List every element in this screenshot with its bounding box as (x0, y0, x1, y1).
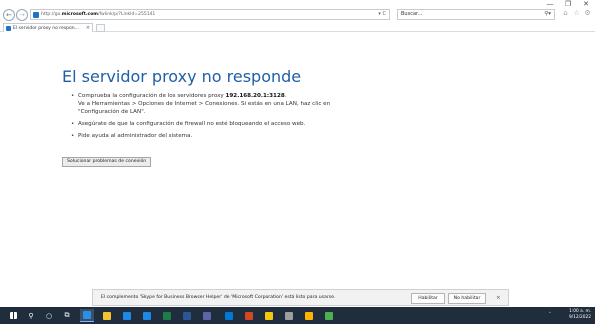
tab-title: El servidor proxy no respon... (13, 25, 79, 31)
address-bar[interactable]: http://go.microsoft.com/fwlink/p/?LinkId… (30, 9, 390, 20)
gear-icon[interactable]: ⚙ (583, 8, 592, 19)
taskbar-clock[interactable]: 1:00 a. m. 9/12/2022 (555, 309, 591, 321)
taskbar: ⚲ ○ ⧉ ˄ 1:00 a. m. 9/12/2022 (0, 307, 595, 324)
navigation-bar: ← → http://go.microsoft.com/fwlink/p/?Li… (0, 8, 595, 22)
search-icon[interactable]: ⚲▾ (544, 10, 551, 19)
close-icon[interactable]: × (496, 294, 501, 302)
start-icon[interactable] (6, 309, 20, 322)
toolbar-icons: ⌂ ☆ ⚙ ☻ (561, 8, 595, 19)
arrow-left-icon: ← (6, 11, 12, 19)
file-explorer-icon[interactable] (100, 309, 114, 322)
back-button[interactable]: ← (3, 9, 15, 21)
list-item: Comprueba la configuración de los servid… (71, 92, 378, 116)
proxy-address: 192.168.20.1:3128 (225, 93, 285, 99)
arrow-right-icon: → (19, 11, 25, 19)
outlook-icon[interactable] (222, 309, 236, 322)
edge-icon[interactable] (140, 309, 154, 322)
store-icon[interactable] (120, 309, 134, 322)
word-icon[interactable] (180, 309, 194, 322)
list-item: Pide ayuda al administrador del sistema. (71, 132, 378, 140)
page-title: El servidor proxy no responde (62, 67, 302, 86)
powerpoint-icon[interactable] (242, 309, 256, 322)
notification-message: El complemento 'Skype for Business Brows… (101, 295, 336, 300)
home-icon[interactable]: ⌂ (561, 8, 570, 19)
excel-icon[interactable] (160, 309, 174, 322)
address-url[interactable]: http://go.microsoft.com/fwlink/p/?LinkId… (41, 12, 155, 17)
list-item-detail: Ve a Herramientas > Opciones de Internet… (78, 101, 331, 107)
forward-button[interactable]: → (16, 9, 28, 21)
favorites-star-icon[interactable]: ☆ (572, 8, 581, 19)
cortana-icon[interactable]: ○ (42, 309, 56, 322)
paint-icon[interactable] (302, 309, 316, 322)
troubleshooting-list: Comprueba la configuración de los servid… (71, 92, 378, 144)
notes-icon[interactable] (262, 309, 276, 322)
chrome-icon[interactable] (322, 309, 336, 322)
teams-icon[interactable] (200, 309, 214, 322)
search-input[interactable]: Buscar... ⚲▾ (397, 9, 555, 20)
ie-icon[interactable] (80, 309, 94, 322)
tab-proxy-error[interactable]: El servidor proxy no respon... × (3, 23, 93, 32)
list-item: Asegúrate de que la configuración de fir… (71, 120, 378, 128)
tab-close-icon[interactable]: × (86, 25, 90, 31)
clock-date: 9/12/2022 (568, 315, 591, 320)
dont-enable-addon-button[interactable]: No habilitar (448, 293, 486, 304)
list-item-detail: "Configuración de LAN". (78, 109, 146, 115)
page-favicon-icon (33, 11, 39, 18)
refresh-dropdown-icon[interactable]: ▾ C (378, 10, 386, 19)
addon-notification-bar: El complemento 'Skype for Business Brows… (92, 289, 509, 306)
search-icon[interactable]: ⚲ (24, 309, 38, 322)
fix-connection-button[interactable]: Solucionar problemas de conexión (62, 157, 152, 167)
enable-addon-button[interactable]: Habilitar (411, 293, 445, 304)
settings-icon[interactable] (282, 309, 296, 322)
search-placeholder: Buscar... (401, 11, 423, 17)
system-tray-chevron-icon[interactable]: ˄ (549, 312, 552, 318)
tab-favicon-icon (6, 25, 11, 31)
task-view-icon[interactable]: ⧉ (60, 309, 74, 322)
new-tab-button[interactable] (96, 24, 105, 32)
tab-bar: El servidor proxy no respon... × (0, 22, 595, 32)
